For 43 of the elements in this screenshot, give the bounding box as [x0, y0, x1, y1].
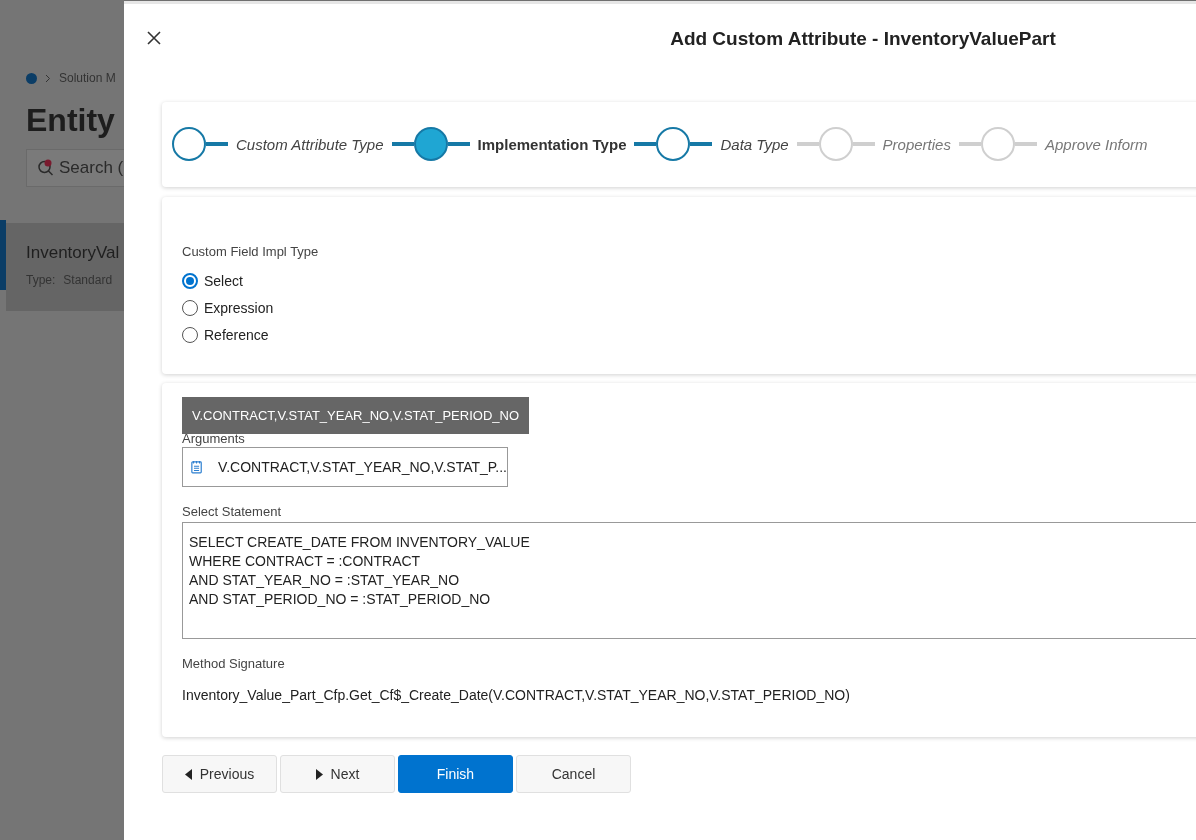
- step-circle[interactable]: [656, 127, 691, 161]
- field-label: Method Signature: [182, 656, 286, 671]
- home-icon[interactable]: [26, 72, 37, 84]
- step-label[interactable]: Approve Inform: [1044, 135, 1148, 153]
- field-label: Select Statement: [182, 504, 282, 519]
- select-statement-field[interactable]: SELECT CREATE_DATE FROM INVENTORY_VALUE WHERE CONTRACT = :CONTRACT AND STAT_YEAR_NO = :STAT_YEAR_NO AND STAT_PERIOD_NO = :STAT_PERIOD_NO: [182, 522, 1196, 639]
- step-connector: [852, 142, 875, 146]
- finish-button[interactable]: Finish: [398, 755, 513, 793]
- next-button[interactable]: Next: [280, 755, 395, 793]
- nav-marker: [0, 220, 6, 290]
- step-connector: [447, 142, 470, 146]
- step-connector: [391, 142, 414, 146]
- radio-label[interactable]: Reference: [204, 326, 269, 343]
- radio-label[interactable]: Select: [204, 272, 243, 289]
- radio-button[interactable]: [182, 272, 198, 289]
- step-connector: [206, 142, 228, 146]
- caret-right-icon: [315, 768, 323, 780]
- search-icon: [37, 159, 55, 177]
- field-label: Arguments: [182, 431, 246, 446]
- field-label: Custom Field Impl Type: [182, 244, 320, 259]
- tooltip: V.CONTRACT,V.STAT_YEAR_NO,V.STAT_PERIOD_NO: [182, 397, 530, 434]
- step-label[interactable]: Implementation Type: [477, 135, 627, 153]
- radio-label[interactable]: Expression: [204, 299, 274, 316]
- step-connector: [690, 142, 713, 146]
- step-connector: [1014, 142, 1037, 146]
- step-connector: [634, 142, 657, 146]
- step-label[interactable]: Custom Attribute Type: [236, 135, 384, 153]
- chevron-icon: [45, 73, 51, 83]
- step-label[interactable]: Properties: [882, 135, 951, 153]
- step-connector: [796, 142, 819, 146]
- step-label[interactable]: Data Type: [720, 135, 789, 153]
- cancel-button[interactable]: Cancel: [516, 755, 631, 793]
- dialog-title: Add Custom Attribute - InventoryValuePart: [670, 28, 1056, 50]
- method-signature: Inventory_Value_Part_Cfp.Get_Cf$_Create_Date(V.CONTRACT,V.STAT_YEAR_NO,V.STAT_PERIOD_NO): [182, 687, 851, 703]
- previous-button[interactable]: Previous: [162, 755, 277, 793]
- page-title: Entity: [26, 102, 116, 139]
- step-circle[interactable]: [413, 127, 448, 161]
- notepad-icon: [191, 459, 203, 475]
- step-connector: [958, 142, 981, 146]
- close-icon: [146, 30, 162, 46]
- step-circle[interactable]: [172, 127, 206, 161]
- caret-left-icon: [184, 768, 192, 780]
- arguments-field[interactable]: V.CONTRACT,V.STAT_YEAR_NO,V.STAT_P...: [182, 447, 508, 487]
